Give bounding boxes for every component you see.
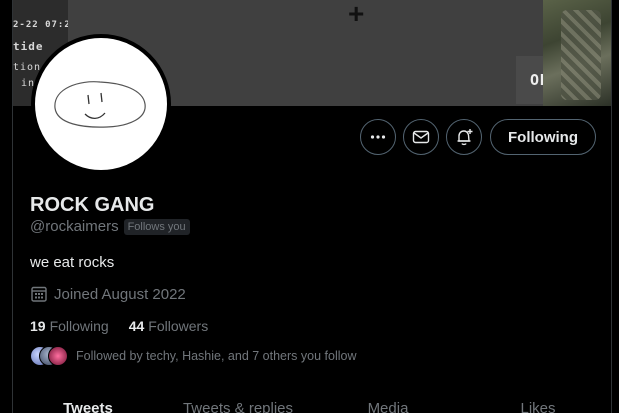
following-button[interactable]: Following bbox=[490, 119, 596, 155]
notify-button[interactable] bbox=[446, 119, 482, 155]
profile-bio: we eat rocks bbox=[30, 254, 115, 271]
avatar[interactable] bbox=[31, 34, 171, 174]
joined-row: Joined August 2022 bbox=[30, 285, 186, 303]
tab-tweets[interactable]: Tweets bbox=[13, 394, 163, 413]
envelope-icon bbox=[412, 130, 430, 144]
message-button[interactable] bbox=[403, 119, 439, 155]
mutual-avatars bbox=[30, 346, 68, 366]
more-button[interactable] bbox=[360, 119, 396, 155]
banner-hud-title: tide bbox=[13, 40, 44, 53]
handle-row: @rockaimers Follows you bbox=[30, 218, 190, 235]
rock-drawing-icon bbox=[54, 81, 146, 128]
profile-tabs: Tweets Tweets & replies Media Likes bbox=[13, 394, 611, 413]
followed-by-text: Followed by techy, Hashie, and 7 others … bbox=[76, 349, 357, 363]
banner-hud-line1: tion bbox=[13, 62, 42, 73]
followers-label: Followers bbox=[148, 318, 209, 334]
calendar-icon bbox=[31, 286, 47, 302]
following-stat[interactable]: 19 Following bbox=[30, 318, 109, 334]
followers-count: 44 bbox=[128, 318, 145, 334]
joined-date: Joined August 2022 bbox=[54, 285, 186, 303]
tab-tweets-replies[interactable]: Tweets & replies bbox=[163, 394, 313, 413]
tab-media[interactable]: Media bbox=[313, 394, 463, 413]
profile-page: 2-22 07:28 tide tion int + OK Following … bbox=[12, 0, 612, 413]
mutual-avatar bbox=[48, 346, 68, 366]
profile-handle: @rockaimers bbox=[30, 218, 119, 235]
followers-stat[interactable]: 44 Followers bbox=[129, 318, 208, 334]
following-label: Following bbox=[49, 318, 109, 334]
banner-scenery bbox=[543, 0, 611, 106]
bell-plus-icon bbox=[457, 129, 473, 146]
profile-name: ROCK GANG bbox=[30, 194, 155, 216]
following-count: 19 bbox=[30, 318, 46, 334]
followed-by-row[interactable]: Followed by techy, Hashie, and 7 others … bbox=[30, 346, 356, 366]
more-icon bbox=[370, 135, 386, 139]
follow-stats: 19 Following 44 Followers bbox=[30, 318, 208, 334]
plus-icon: + bbox=[348, 0, 365, 29]
banner-rock bbox=[561, 10, 601, 100]
follows-you-badge: Follows you bbox=[123, 218, 190, 235]
tab-likes[interactable]: Likes bbox=[463, 394, 611, 413]
